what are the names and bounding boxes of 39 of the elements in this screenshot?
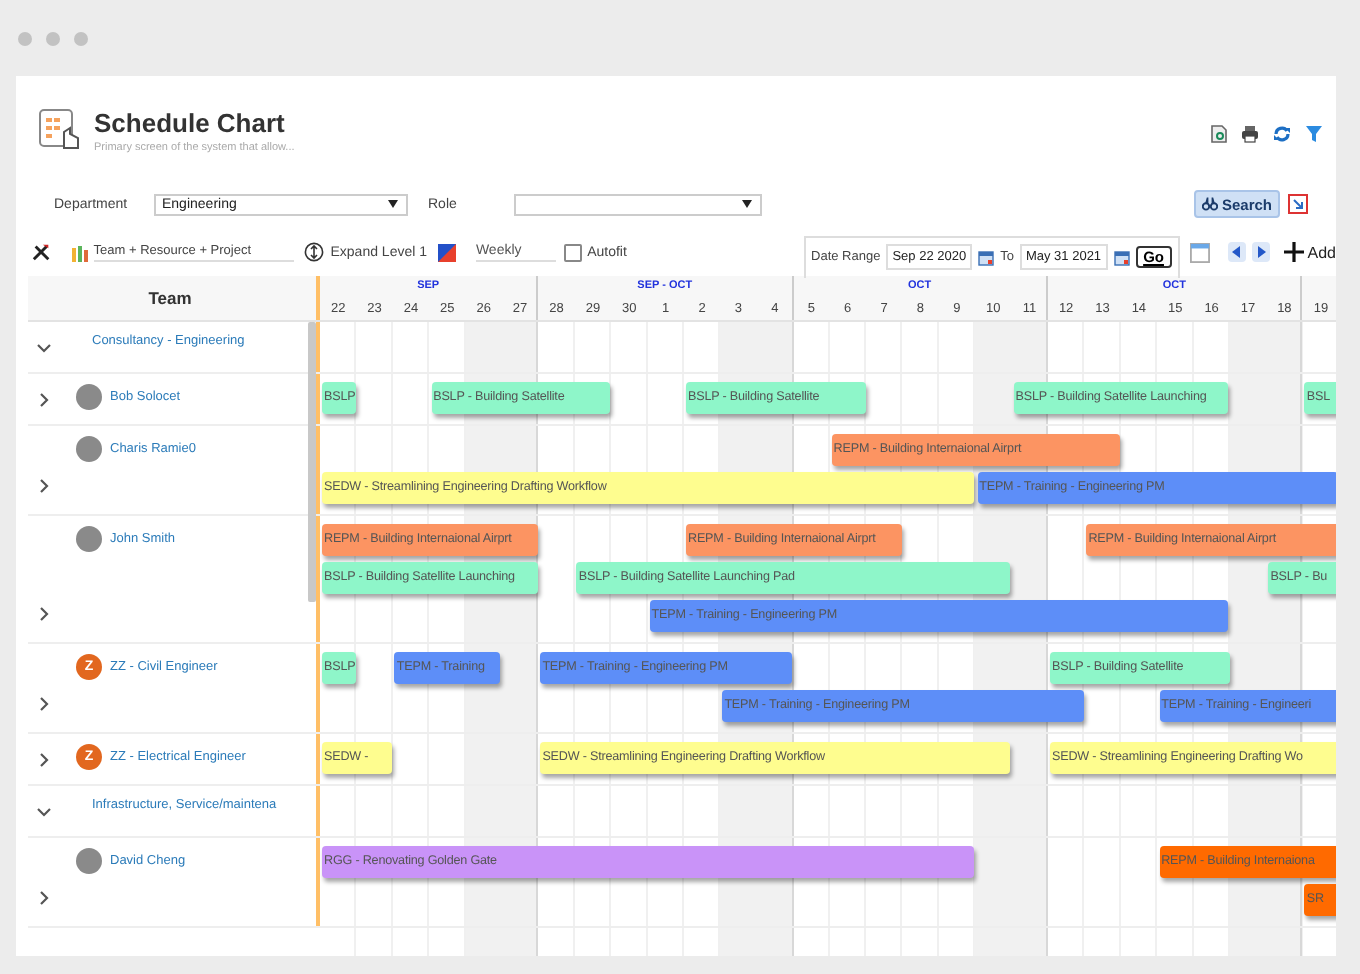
next-button[interactable] bbox=[1252, 242, 1271, 262]
autofit-checkbox[interactable] bbox=[563, 243, 582, 261]
avatar bbox=[76, 848, 102, 874]
books-icon bbox=[71, 243, 88, 261]
chevron-icon[interactable] bbox=[36, 478, 52, 494]
chevron-icon[interactable] bbox=[36, 339, 52, 355]
calendar-icon[interactable] bbox=[1113, 249, 1130, 265]
calendar-icon[interactable] bbox=[978, 249, 995, 265]
left-arrow-icon bbox=[1232, 246, 1241, 258]
expand-icon[interactable] bbox=[304, 242, 325, 262]
dropdown-arrow-icon[interactable] bbox=[388, 200, 398, 208]
team-column-header: Team bbox=[146, 286, 194, 312]
printer-icon[interactable] bbox=[1240, 124, 1260, 144]
resize-icon[interactable] bbox=[1288, 194, 1308, 214]
chevron-icon[interactable] bbox=[36, 391, 52, 407]
chevron-icon[interactable] bbox=[36, 696, 52, 712]
avatar bbox=[76, 384, 102, 410]
add-button[interactable]: Add bbox=[1283, 242, 1336, 262]
page-title: Schedule Chart bbox=[94, 108, 287, 138]
plus-icon bbox=[1283, 242, 1304, 262]
window-dot bbox=[46, 31, 60, 45]
chevron-icon[interactable] bbox=[36, 803, 52, 819]
refresh-icon[interactable] bbox=[1272, 124, 1292, 144]
previous-button[interactable] bbox=[1227, 242, 1246, 262]
chevron-icon[interactable] bbox=[36, 751, 52, 767]
tools-icon[interactable] bbox=[31, 242, 50, 262]
avatar bbox=[76, 436, 102, 462]
chevron-icon[interactable] bbox=[36, 890, 52, 906]
chevron-icon[interactable] bbox=[36, 606, 52, 622]
binoculars-icon bbox=[1201, 196, 1218, 212]
right-arrow-icon bbox=[1257, 246, 1266, 258]
window-dot bbox=[18, 31, 32, 45]
window-dot bbox=[74, 31, 88, 45]
dropdown-arrow-icon[interactable] bbox=[742, 200, 752, 208]
scale-icon bbox=[437, 243, 456, 261]
filter-icon[interactable] bbox=[1304, 124, 1324, 144]
scrollbar-thumb[interactable] bbox=[308, 322, 316, 602]
document-icon[interactable] bbox=[1208, 124, 1228, 144]
avatar bbox=[76, 526, 102, 552]
